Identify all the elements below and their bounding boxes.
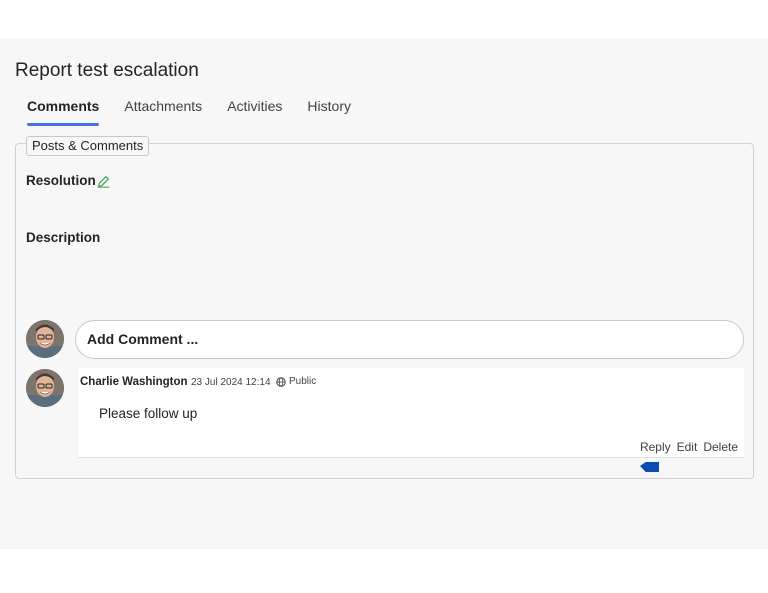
avatar — [26, 320, 64, 358]
page-title: Report test escalation — [15, 60, 199, 81]
comment-visibility-label: Public — [289, 376, 317, 387]
posts-comments-panel: Posts & Comments Resolution Description … — [15, 136, 754, 479]
tab-bar: Comments Attachments Activities History — [27, 98, 376, 126]
comment-author: Charlie Washington — [80, 376, 188, 388]
comment-date: 23 Jul 2024 12:14 — [191, 377, 271, 388]
delete-button[interactable]: Delete — [703, 440, 738, 454]
edit-button[interactable]: Edit — [677, 440, 698, 454]
tab-attachments[interactable]: Attachments — [124, 98, 202, 126]
reply-button[interactable]: Reply — [640, 440, 671, 454]
comment-visibility: Public — [276, 376, 316, 387]
pencil-icon[interactable] — [97, 175, 110, 188]
panel-legend: Posts & Comments — [26, 136, 150, 156]
tab-activities[interactable]: Activities — [227, 98, 282, 126]
comment-text: Please follow up — [99, 406, 198, 421]
description-label: Description — [26, 230, 101, 245]
tab-history[interactable]: History — [307, 98, 351, 126]
resolution-label: Resolution — [26, 173, 96, 188]
tab-comments[interactable]: Comments — [27, 98, 100, 126]
add-comment-input[interactable]: Add Comment ... — [75, 320, 744, 359]
comment-card: Charlie Washington 23 Jul 2024 12:14 Pub… — [78, 368, 744, 458]
globe-icon — [276, 376, 286, 387]
avatar — [26, 369, 64, 407]
comment-actions: Reply Edit Delete — [634, 440, 738, 454]
page-background: Report test escalation Comments Attachme… — [0, 38, 768, 549]
